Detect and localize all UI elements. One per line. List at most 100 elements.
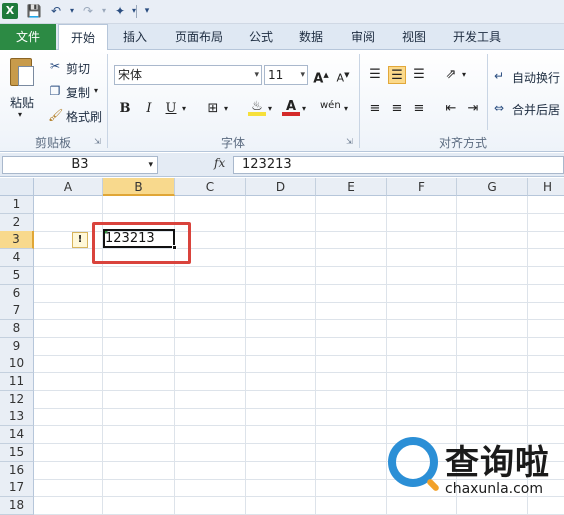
orientation-dropdown-icon[interactable]: ▾ xyxy=(462,70,466,79)
row-header-13[interactable]: 13 xyxy=(0,408,34,426)
undo-icon[interactable]: ↶ xyxy=(48,3,64,19)
insert-function-button[interactable]: fx xyxy=(214,156,225,170)
column-header-c[interactable]: C xyxy=(175,178,246,196)
row-header-5[interactable]: 5 xyxy=(0,267,34,285)
tab-home[interactable]: 开始 xyxy=(58,24,108,51)
tab-developer[interactable]: 开发工具 xyxy=(444,24,510,50)
paste-button[interactable]: 粘贴 xyxy=(10,94,34,111)
clipboard-group-label: 剪贴板 xyxy=(34,136,71,150)
row-header-11[interactable]: 11 xyxy=(0,373,34,391)
redo-dropdown-icon[interactable]: ▾ xyxy=(96,3,112,19)
formula-input[interactable]: 123213 xyxy=(233,156,564,174)
customize-icon[interactable]: ▾ xyxy=(139,3,155,19)
align-center-icon[interactable]: ≡ xyxy=(388,100,406,118)
font-color-button[interactable]: A xyxy=(282,98,300,116)
wrap-text-icon: ↵ xyxy=(494,69,505,83)
font-size-combo[interactable]: 11 ▾ xyxy=(264,65,308,85)
column-header-a[interactable]: A xyxy=(34,178,103,196)
phonetic-dropdown-icon[interactable]: ▾ xyxy=(344,104,348,113)
column-header-h[interactable]: H xyxy=(528,178,564,196)
row-header-16[interactable]: 16 xyxy=(0,462,34,480)
font-launcher-icon[interactable]: ⇲ xyxy=(346,137,353,146)
spreadsheet-grid[interactable]: ABCDEFGH 1 2 3 4 5 6 7 8 9 10 11 12 13 14 15 16 17 18 123… xyxy=(0,178,564,515)
tab-formulas[interactable]: 公式 xyxy=(240,24,282,50)
fill-color-icon[interactable]: ♨ xyxy=(248,98,266,116)
paste-icon[interactable] xyxy=(6,56,38,90)
copy-dropdown-icon[interactable]: ▾ xyxy=(94,86,98,95)
phonetic-guide-button[interactable]: wén xyxy=(320,100,341,111)
excel-logo-icon[interactable]: X xyxy=(2,3,18,19)
select-all-corner[interactable] xyxy=(0,178,34,196)
italic-button[interactable]: I xyxy=(140,100,158,118)
clipboard-launcher-icon[interactable]: ⇲ xyxy=(94,137,101,146)
row-header-3[interactable]: 3 xyxy=(0,231,34,249)
tab-file[interactable]: 文件 xyxy=(0,24,56,50)
orientation-icon[interactable]: ⇗ xyxy=(442,66,460,84)
font-name-combo[interactable]: 宋体 ▾ xyxy=(114,65,262,85)
row-header-14[interactable]: 14 xyxy=(0,426,34,444)
align-bottom-icon[interactable]: ☰ xyxy=(410,66,428,84)
grid-row-line xyxy=(34,284,564,285)
format-painter-button[interactable]: 格式刷 xyxy=(66,108,102,125)
align-right-icon[interactable]: ≡ xyxy=(410,100,428,118)
formula-bar-controls: fx xyxy=(162,156,232,174)
watermark: 查询啦 chaxunla.com xyxy=(385,435,564,515)
error-warning-icon[interactable]: ! xyxy=(72,232,88,248)
merge-center-icon: ⇔ xyxy=(494,101,505,115)
undo-dropdown-icon[interactable]: ▾ xyxy=(64,3,80,19)
watermark-url: chaxunla.com xyxy=(445,481,543,497)
underline-dropdown-icon[interactable]: ▾ xyxy=(182,104,186,113)
grow-font-button[interactable]: A▲ xyxy=(312,66,330,86)
column-header-b[interactable]: B xyxy=(103,178,175,196)
row-header-18[interactable]: 18 xyxy=(0,497,34,515)
tab-view[interactable]: 视图 xyxy=(393,24,435,50)
row-header-8[interactable]: 8 xyxy=(0,320,34,338)
row-header-15[interactable]: 15 xyxy=(0,444,34,462)
cut-button[interactable]: 剪切 xyxy=(66,60,90,77)
grid-row-line xyxy=(34,390,564,391)
increase-indent-icon[interactable]: ⇥ xyxy=(464,100,482,118)
chevron-down-icon: ▾ xyxy=(300,70,305,80)
row-header-7[interactable]: 7 xyxy=(0,302,34,320)
align-middle-icon[interactable]: ☰ xyxy=(388,66,406,84)
underline-button[interactable]: U xyxy=(162,100,180,118)
shrink-font-button[interactable]: A▼ xyxy=(334,66,352,85)
tab-page-layout[interactable]: 页面布局 xyxy=(166,24,232,50)
borders-dropdown-icon[interactable]: ▾ xyxy=(224,104,228,113)
paste-dropdown-icon[interactable]: ▾ xyxy=(18,110,22,119)
row-header-1[interactable]: 1 xyxy=(0,196,34,214)
column-header-g[interactable]: G xyxy=(457,178,528,196)
align-top-icon[interactable]: ☰ xyxy=(366,66,384,84)
row-header-12[interactable]: 12 xyxy=(0,391,34,409)
tab-insert[interactable]: 插入 xyxy=(114,24,156,50)
row-header-4[interactable]: 4 xyxy=(0,249,34,267)
align-left-icon[interactable]: ≡ xyxy=(366,100,384,118)
save-icon[interactable]: 💾 xyxy=(26,3,42,19)
tab-data[interactable]: 数据 xyxy=(290,24,332,50)
name-box[interactable]: B3 ▾ xyxy=(2,156,158,174)
group-separator xyxy=(487,54,488,130)
font-color-dropdown-icon[interactable]: ▾ xyxy=(302,104,306,113)
row-header-17[interactable]: 17 xyxy=(0,479,34,497)
row-header-2[interactable]: 2 xyxy=(0,214,34,232)
group-separator xyxy=(359,54,360,148)
bold-button[interactable]: B xyxy=(116,100,134,118)
grid-row-line xyxy=(34,319,564,320)
fill-color-dropdown-icon[interactable]: ▾ xyxy=(268,104,272,113)
merge-center-button[interactable]: 合并后居 xyxy=(512,101,560,118)
copy-button[interactable]: 复制 xyxy=(66,84,90,101)
column-header-e[interactable]: E xyxy=(316,178,387,196)
ribbon-tab-bar: 文件 开始 插入 页面布局 公式 数据 审阅 视图 开发工具 xyxy=(0,24,564,51)
row-header-10[interactable]: 10 xyxy=(0,355,34,373)
row-header-9[interactable]: 9 xyxy=(0,338,34,356)
decrease-indent-icon[interactable]: ⇤ xyxy=(442,100,460,118)
borders-icon[interactable]: ⊞ xyxy=(204,100,222,118)
redo-icon[interactable]: ↷ xyxy=(80,3,96,19)
tab-review[interactable]: 审阅 xyxy=(342,24,384,50)
wrap-text-button[interactable]: 自动换行 xyxy=(512,69,560,86)
column-header-d[interactable]: D xyxy=(246,178,316,196)
format-painter-icon: 🖌 xyxy=(48,108,64,122)
column-header-f[interactable]: F xyxy=(387,178,457,196)
font-group-label: 字体 xyxy=(220,136,245,150)
row-header-6[interactable]: 6 xyxy=(0,285,34,303)
